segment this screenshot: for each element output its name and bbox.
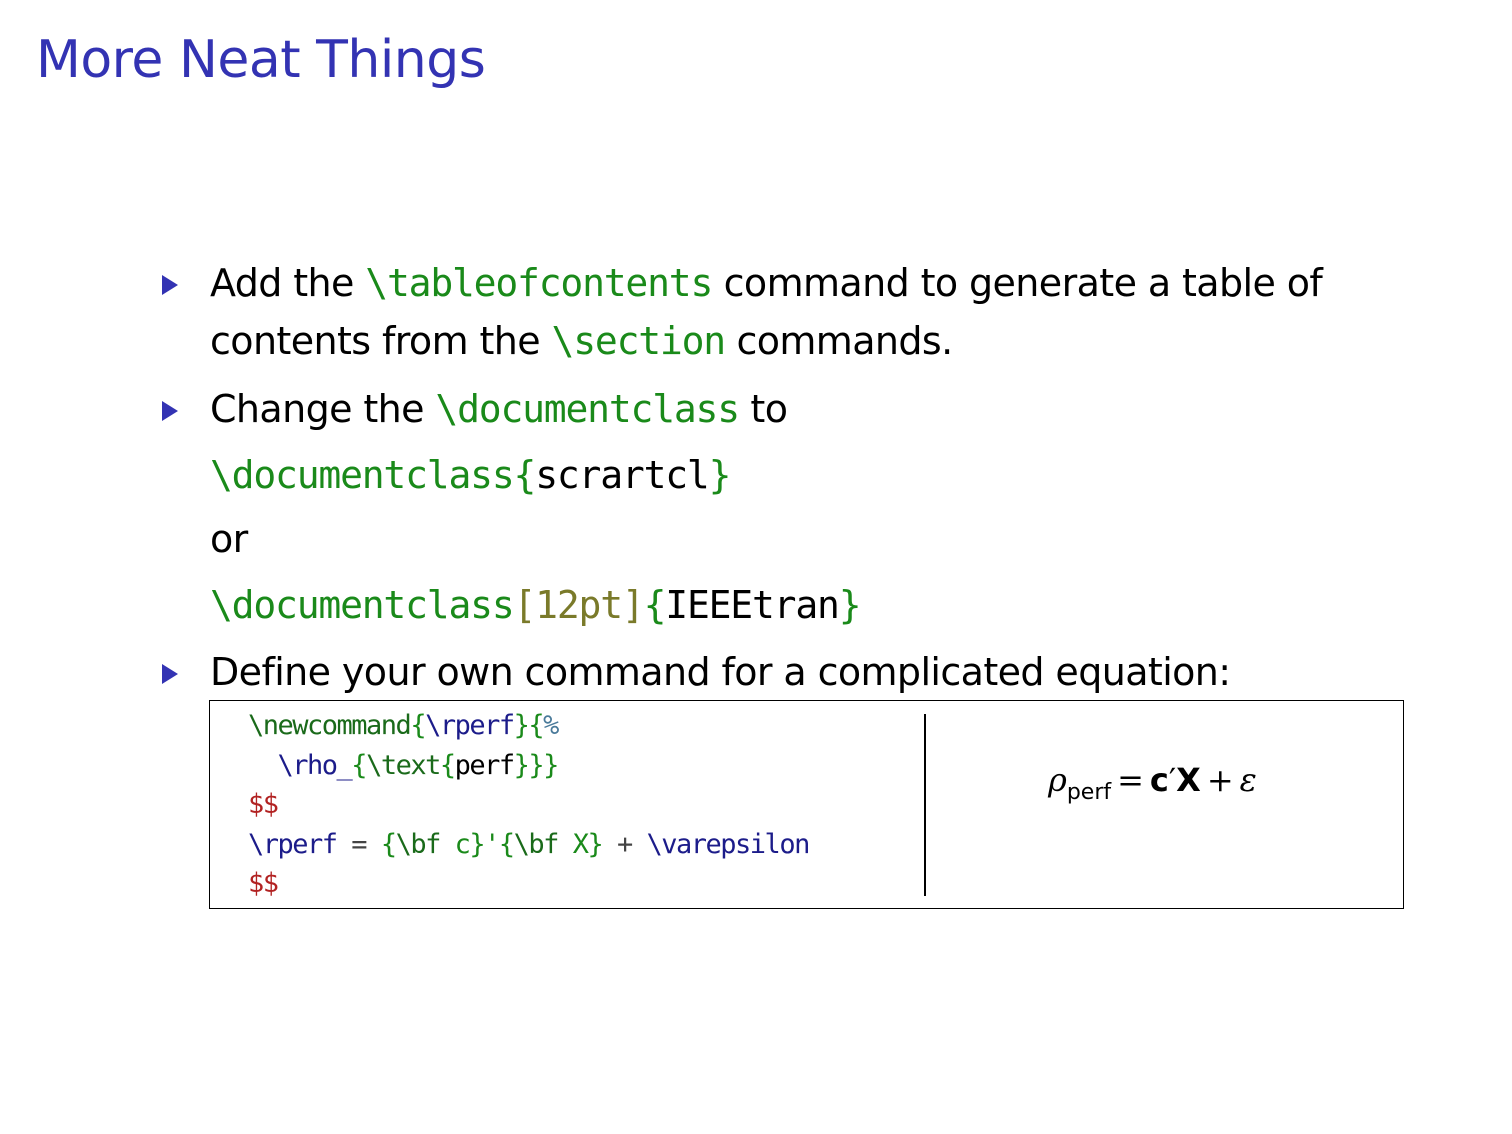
example-1-open-brace: { bbox=[513, 453, 537, 497]
code-box-divider bbox=[924, 714, 926, 896]
example-1-arg: scrartcl bbox=[535, 453, 710, 497]
example-2-open-brace: { bbox=[643, 583, 667, 627]
code-line-1: \newcommand{\rperf}{% bbox=[248, 710, 559, 741]
code-line-5: $$ bbox=[248, 868, 279, 899]
code-c: c bbox=[439, 829, 471, 860]
code-rperf-use: \rperf bbox=[248, 829, 338, 860]
code-line-3: $$ bbox=[248, 789, 279, 820]
math-equals: = bbox=[1117, 761, 1144, 799]
bullet-1-text-end: commands. bbox=[724, 319, 953, 363]
math-rho: ρ bbox=[1048, 761, 1067, 799]
code-brace: }}} bbox=[513, 750, 560, 781]
math-subscript-perf: perf bbox=[1066, 780, 1112, 805]
example-2-close-brace: } bbox=[838, 583, 862, 627]
code-text-cmd: \text bbox=[366, 750, 441, 781]
bullet-2-text-end: to bbox=[738, 387, 788, 431]
bullet-1-text-mid: command to generate a table of bbox=[712, 261, 1323, 305]
bullet-1-text-2: contents from the bbox=[210, 319, 552, 363]
code-brace: { bbox=[351, 750, 367, 781]
example-1-close-brace: } bbox=[708, 453, 732, 497]
math-epsilon: ε bbox=[1239, 761, 1257, 799]
bullet-1-text: Add the bbox=[210, 261, 366, 305]
or-text: or bbox=[210, 517, 248, 561]
example-2-arg: IEEEtran bbox=[665, 583, 840, 627]
code-bf: \bf bbox=[513, 829, 560, 860]
bullet-1-line-2: contents from the \section commands. bbox=[210, 322, 953, 360]
code-comment: % bbox=[543, 710, 559, 741]
tableofcontents-command: \tableofcontents bbox=[365, 261, 713, 305]
bullet-marker-3 bbox=[160, 661, 180, 687]
code-varepsilon: \varepsilon bbox=[646, 829, 811, 860]
code-brace: { bbox=[380, 829, 397, 860]
code-equals: = bbox=[336, 829, 381, 860]
code-brace: }'{ bbox=[469, 829, 515, 860]
code-line-4: \rperf = {\bf c}'{\bf X} + \varepsilon bbox=[248, 829, 811, 860]
code-plus: + bbox=[602, 829, 647, 860]
bullet-3-line-1: Define your own command for a complicate… bbox=[210, 650, 1231, 694]
bullet-2-text: Change the bbox=[210, 387, 436, 431]
example-scrartcl: \documentclass{scrartcl} bbox=[210, 453, 732, 497]
math-x-matrix: X bbox=[1176, 761, 1201, 799]
section-command: \section bbox=[551, 319, 727, 363]
code-line-2: \rho_{\text{perf}}} bbox=[248, 750, 560, 781]
example-1-cmd: \documentclass bbox=[210, 453, 515, 497]
example-ieeetran: \documentclass[12pt]{IEEEtran} bbox=[210, 583, 862, 627]
bullet-1-line-1: Add the \tableofcontents command to gene… bbox=[210, 261, 1323, 305]
code-brace: { bbox=[439, 750, 456, 781]
code-rho: \rho_ bbox=[277, 750, 353, 781]
code-brace: { bbox=[410, 710, 426, 741]
math-plus: + bbox=[1206, 761, 1234, 799]
code-brace: } bbox=[587, 829, 603, 860]
rendered-equation: ρperf = c′X + ε bbox=[1048, 761, 1257, 804]
math-c-vector: c bbox=[1149, 761, 1169, 799]
code-bf: \bf bbox=[395, 829, 442, 860]
bullet-marker-2 bbox=[160, 398, 180, 424]
example-2-option: [12pt] bbox=[513, 583, 645, 627]
documentclass-command: \documentclass bbox=[435, 387, 740, 431]
code-x: X bbox=[557, 829, 589, 860]
example-2-cmd: \documentclass bbox=[210, 583, 515, 627]
slide-title: More Neat Things bbox=[36, 30, 486, 90]
bullet-marker-1 bbox=[160, 272, 180, 298]
bullet-2-line-1: Change the \documentclass to bbox=[210, 387, 788, 431]
code-newcommand: \newcommand bbox=[248, 710, 412, 741]
code-rperf: \rperf bbox=[425, 710, 515, 741]
code-perf: perf bbox=[454, 750, 516, 781]
code-brace: }{ bbox=[513, 710, 545, 741]
